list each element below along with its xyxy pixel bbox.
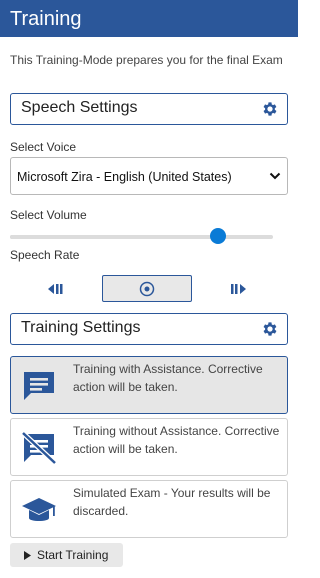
mode-card-exam[interactable]: Simulated Exam - Your results will be di… [10,480,288,538]
select-voice-label: Select Voice [10,140,77,154]
graduation-cap-icon [22,498,56,521]
panel-header: Training [0,0,298,37]
start-training-label: Start Training [37,548,109,562]
select-volume-label: Select Volume [10,208,87,222]
panel-title: Training [10,8,82,30]
play-icon [24,550,31,560]
mode-card-text: Simulated Exam - Your results will be di… [73,486,271,518]
rate-slower-button[interactable] [46,275,66,302]
record-icon [139,281,155,296]
chevron-down-icon [269,172,281,180]
training-settings-bar[interactable]: Training Settings [10,313,288,345]
start-training-button[interactable]: Start Training [10,543,123,567]
volume-slider-fill [10,235,218,239]
intro-text: This Training-Mode prepares you for the … [10,53,283,67]
speech-rate-label: Speech Rate [10,248,80,262]
training-settings-title: Training Settings [21,319,141,336]
mode-card-text: Training with Assistance. Corrective act… [73,362,263,394]
rate-normal-button[interactable] [102,275,192,302]
rewind-icon [48,283,63,294]
fast-forward-icon [231,283,246,294]
speech-settings-bar[interactable]: Speech Settings [10,93,288,125]
mode-card-unassisted[interactable]: Training without Assistance. Corrective … [10,418,288,476]
chat-off-icon [21,431,57,465]
speech-settings-title: Speech Settings [21,99,138,116]
mode-card-text: Training without Assistance. Corrective … [73,424,280,456]
rate-faster-button[interactable] [228,275,248,302]
volume-slider-thumb[interactable] [209,228,226,244]
volume-slider-track[interactable] [10,235,273,239]
chat-message-icon [24,372,54,400]
gear-icon[interactable] [261,100,279,118]
gear-icon[interactable] [261,320,279,338]
voice-select-value: Microsoft Zira - English (United States) [17,170,232,184]
mode-card-assisted[interactable]: Training with Assistance. Corrective act… [10,356,288,414]
voice-select[interactable]: Microsoft Zira - English (United States) [10,157,288,195]
